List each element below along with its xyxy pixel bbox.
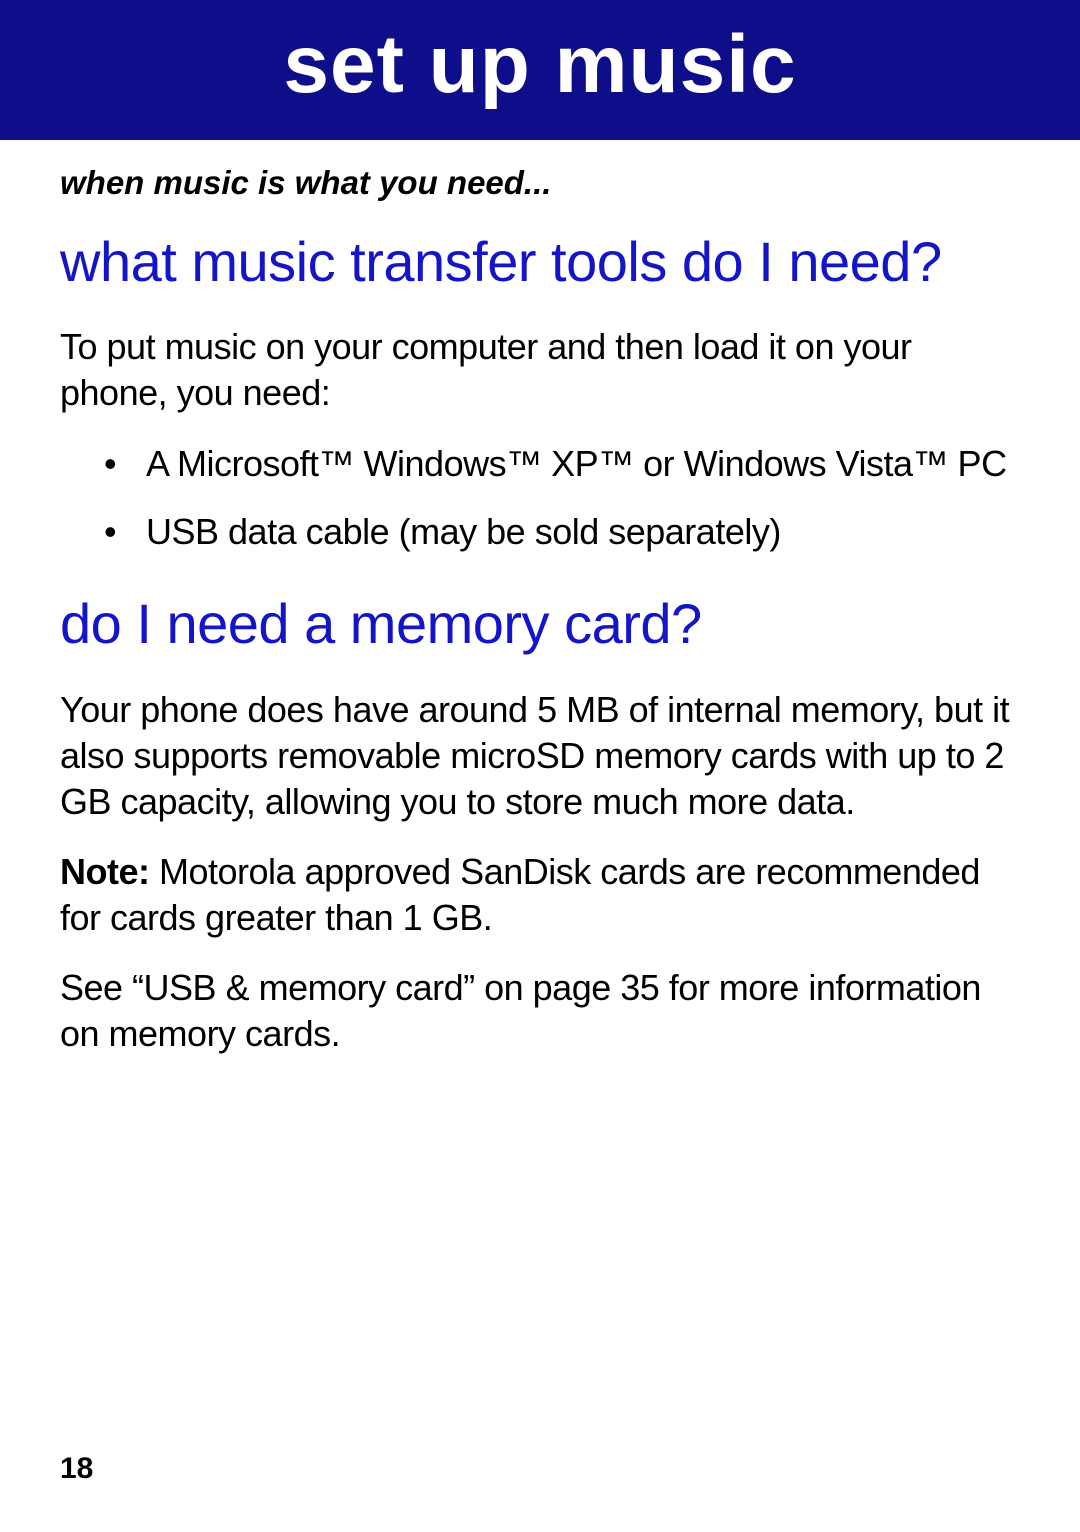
note-label: Note: — [60, 851, 159, 892]
note-text: Motorola approved SanDisk cards are reco… — [60, 851, 980, 938]
page-banner: set up music — [0, 0, 1080, 140]
section2-para3: See “USB & memory card” on page 35 for m… — [60, 965, 1020, 1057]
section1-intro: To put music on your computer and then l… — [60, 324, 1020, 416]
section2-heading: do I need a memory card? — [60, 592, 1020, 656]
banner-title: set up music — [0, 18, 1080, 112]
section2-para1: Your phone does have around 5 MB of inte… — [60, 687, 1020, 825]
page-number: 18 — [60, 1452, 93, 1486]
list-item: A Microsoft™ Windows™ XP™ or Windows Vis… — [146, 441, 1020, 488]
section1-heading: what music transfer tools do I need? — [60, 230, 1020, 294]
section2-note: Note: Motorola approved SanDisk cards ar… — [60, 849, 1020, 941]
section1-bullets: A Microsoft™ Windows™ XP™ or Windows Vis… — [60, 441, 1020, 557]
tagline: when music is what you need... — [60, 164, 1020, 202]
page-content: when music is what you need... what musi… — [0, 140, 1080, 1057]
list-item: USB data cable (may be sold separately) — [146, 509, 1020, 556]
